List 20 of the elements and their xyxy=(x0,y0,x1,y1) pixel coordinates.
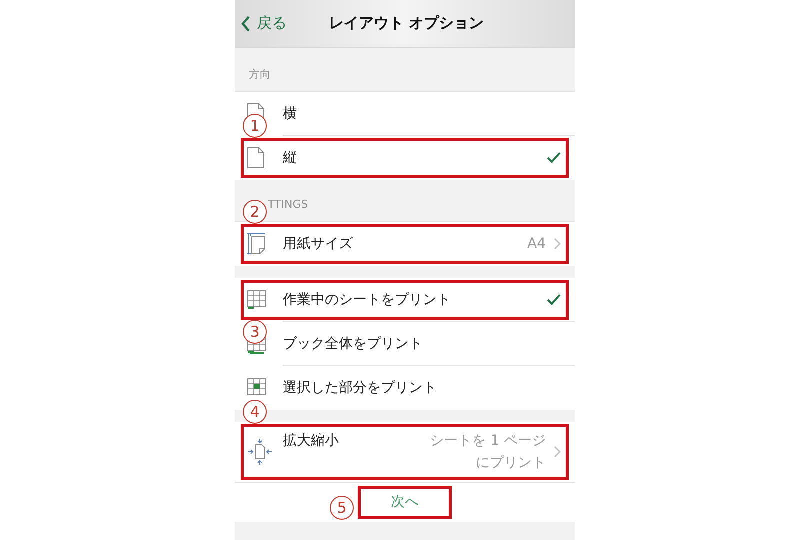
page-icon xyxy=(247,147,265,169)
back-button[interactable]: 戻る xyxy=(241,12,329,35)
annotation-number: 2 xyxy=(243,200,267,224)
back-chevron-icon xyxy=(241,16,251,32)
spreadsheet-icon xyxy=(247,378,267,398)
screen-title: レイアウト オプション xyxy=(329,13,484,34)
row-label[interactable]: 拡大縮小 xyxy=(283,430,420,452)
row-value: A4 xyxy=(528,235,546,254)
spreadsheet-icon xyxy=(247,290,267,310)
annotation-number: 4 xyxy=(243,400,267,424)
scale-icon xyxy=(247,438,273,466)
row-value: シートを 1 ページにプリント xyxy=(429,432,546,473)
paper-size-icon xyxy=(247,233,267,255)
section-header: TTINGS xyxy=(268,196,308,212)
row-label[interactable]: ブック全体をプリント xyxy=(283,332,561,354)
row-label[interactable]: 横 xyxy=(283,102,561,124)
row-label[interactable]: 用紙サイズ xyxy=(283,233,528,255)
section-header: 方向 xyxy=(249,66,271,82)
annotation-number: 5 xyxy=(330,496,354,520)
row-label[interactable]: 選択した部分をプリント xyxy=(283,377,561,399)
